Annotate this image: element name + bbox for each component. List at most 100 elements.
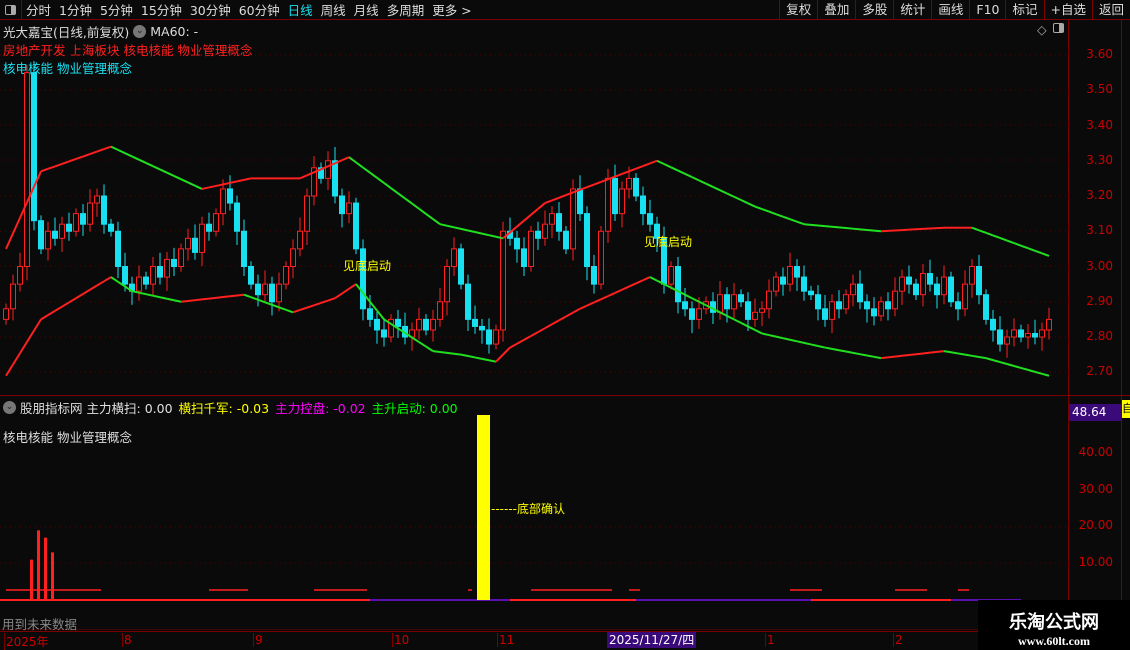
candle — [885, 301, 891, 310]
candle — [472, 318, 478, 327]
candle — [549, 213, 555, 225]
lower-band — [376, 309, 385, 320]
lower-band — [621, 285, 630, 291]
upper-band — [831, 225, 840, 229]
candle — [759, 308, 765, 313]
candle — [920, 273, 926, 296]
upper-band — [509, 225, 518, 234]
candle — [584, 213, 590, 267]
upper-band — [740, 199, 749, 205]
lower-band — [544, 323, 553, 330]
upper-band — [845, 227, 854, 230]
upper-band — [103, 145, 112, 151]
candle — [647, 213, 653, 225]
lower-band — [481, 357, 490, 362]
lower-band — [719, 311, 728, 317]
chevron-down-icon[interactable]: ⌄ — [3, 401, 16, 414]
lower-band — [495, 353, 504, 363]
candle — [570, 188, 576, 250]
lower-band — [334, 292, 343, 300]
upper-band — [761, 208, 770, 213]
candle — [1025, 332, 1031, 338]
lower-band — [810, 343, 819, 347]
candle — [360, 248, 366, 310]
candle — [948, 276, 954, 303]
lower-band — [565, 311, 574, 318]
indicator-value: 主力横扫: 0.00 — [86, 401, 173, 416]
upper-band — [789, 218, 798, 223]
upper-band — [1006, 239, 1015, 245]
upper-band — [61, 160, 70, 165]
watermark: 乐淘公式网 www.60lt.com — [978, 600, 1130, 650]
upper-band — [978, 229, 987, 234]
price-chart[interactable]: 见底启动见底启动 — [0, 0, 1068, 630]
lower-band — [775, 335, 784, 340]
upper-band — [89, 150, 98, 155]
lower-band — [425, 345, 434, 352]
candle — [241, 230, 247, 267]
upper-band — [698, 179, 707, 185]
candle — [290, 248, 296, 267]
upper-band — [677, 169, 686, 175]
lower-band — [250, 296, 259, 301]
lower-band — [929, 350, 938, 354]
lower-band — [145, 293, 154, 297]
lower-band — [957, 352, 966, 356]
lower-band — [313, 301, 322, 307]
upper-band — [1041, 252, 1050, 257]
candle — [395, 318, 401, 327]
upper-band — [817, 224, 826, 228]
lower-band — [19, 341, 28, 354]
candle — [556, 213, 562, 232]
lower-band — [47, 310, 56, 317]
upper-band — [516, 219, 525, 228]
candle — [836, 301, 842, 310]
upper-band — [159, 168, 168, 174]
upper-band — [593, 180, 602, 186]
candle — [1032, 332, 1038, 338]
signal-label: 见底启动 — [644, 234, 692, 249]
upper-band — [481, 232, 490, 237]
candle — [787, 266, 793, 285]
date-label: 9 — [253, 633, 263, 647]
upper-band — [180, 178, 189, 184]
lower-band — [411, 336, 420, 343]
candle — [381, 329, 387, 338]
lower-band — [726, 314, 735, 321]
candle — [724, 294, 730, 310]
lower-band — [26, 330, 35, 343]
candle — [73, 213, 79, 232]
upper-band — [453, 226, 462, 230]
candle — [115, 230, 121, 267]
upper-band — [782, 215, 791, 221]
lower-band — [152, 294, 161, 299]
lower-band — [789, 338, 798, 343]
indicator-bar — [51, 552, 54, 600]
lower-band — [432, 350, 441, 353]
lower-band — [1013, 365, 1022, 369]
upper-band — [96, 148, 105, 153]
lower-band — [586, 301, 595, 307]
upper-band — [82, 153, 91, 158]
action-button[interactable]: 返回 — [1091, 0, 1130, 20]
price-tick: 3.50 — [1086, 82, 1113, 97]
candle — [542, 223, 548, 239]
lower-band — [845, 350, 854, 354]
right-side-tabs[interactable]: 自 — [1122, 20, 1130, 600]
price-tick: 2.70 — [1086, 364, 1113, 379]
lower-band — [474, 356, 483, 360]
lower-band — [1027, 368, 1036, 373]
lower-band — [327, 297, 336, 302]
candle — [808, 290, 814, 296]
date-label: 11 — [497, 633, 515, 647]
candle — [171, 258, 177, 268]
candle — [248, 266, 254, 285]
price-tick: 3.10 — [1086, 223, 1113, 238]
upper-band — [999, 237, 1008, 242]
candle — [906, 276, 912, 285]
lower-band — [600, 295, 609, 301]
upper-band — [173, 175, 182, 181]
bottom-signal-bar — [477, 415, 490, 600]
price-tick: 2.80 — [1086, 329, 1113, 343]
candle — [304, 195, 310, 232]
